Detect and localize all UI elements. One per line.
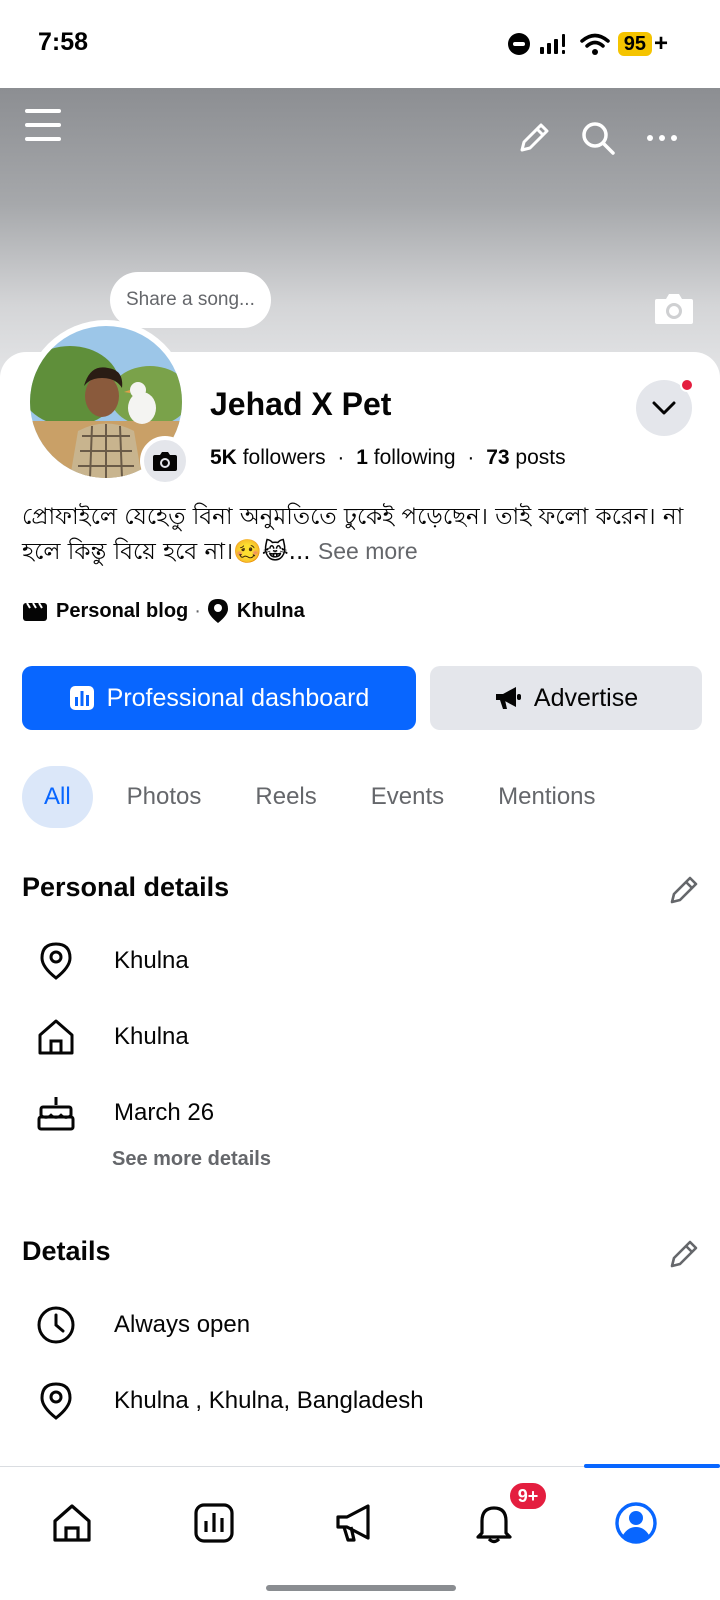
- edit-personal-details-button[interactable]: [664, 870, 704, 910]
- meta-separator: ·: [194, 599, 201, 622]
- detail-text: Khulna: [114, 947, 189, 974]
- tab-mentions[interactable]: Mentions: [478, 766, 615, 828]
- menu-button[interactable]: [22, 104, 64, 146]
- megaphone-icon: [495, 687, 521, 709]
- profile-icon: [615, 1502, 657, 1544]
- search-button[interactable]: [578, 118, 618, 158]
- pencil-icon: [670, 1240, 698, 1268]
- home-icon: [53, 1504, 91, 1542]
- search-icon: [582, 122, 615, 155]
- more-options-button[interactable]: [642, 118, 682, 158]
- following-label[interactable]: following: [374, 446, 456, 469]
- nav-ads[interactable]: [320, 1487, 392, 1559]
- stats-separator: ·: [467, 446, 475, 469]
- posts-label: posts: [515, 446, 566, 469]
- camera-icon: [655, 294, 693, 324]
- signal-icon: [539, 34, 565, 54]
- followers-count[interactable]: 5K: [210, 446, 237, 469]
- chevron-down-icon: [652, 401, 676, 415]
- detail-text: Khulna: [114, 1023, 189, 1050]
- notifications-icon: [476, 1506, 512, 1544]
- pencil-icon: [520, 123, 549, 152]
- detail-text: Always open: [114, 1311, 251, 1338]
- location-pin-icon: [34, 939, 78, 983]
- profile-tabs: All Photos Reels Events Mentions: [22, 766, 630, 828]
- detail-text: Khulna , Khulna, Bangladesh: [114, 1387, 424, 1414]
- details-title: Details: [22, 1236, 111, 1266]
- nav-home[interactable]: [36, 1487, 108, 1559]
- status-time: 7:58: [38, 28, 89, 56]
- advertise-button[interactable]: Advertise: [430, 666, 702, 730]
- detail-row-address: Khulna , Khulna, Bangladesh: [34, 1376, 424, 1426]
- profile-stats: 5K followers · 1 following · 73 posts: [210, 446, 566, 470]
- battery-level: 95: [617, 32, 652, 56]
- see-more-details-link[interactable]: See more details: [112, 1148, 271, 1171]
- personal-details-title: Personal details: [22, 872, 230, 902]
- detail-text: March 26: [114, 1099, 215, 1126]
- camera-icon: [153, 452, 177, 471]
- profile-meta: Personal blog · Khulna: [22, 598, 305, 624]
- detail-row-hours: Always open: [34, 1300, 250, 1350]
- notification-dot: [680, 378, 694, 392]
- dashboard-icon: [69, 686, 94, 710]
- location-pin-icon: [207, 599, 228, 623]
- detail-row-birthday: March 26: [34, 1088, 214, 1138]
- battery-indicator: 95 +: [617, 30, 668, 58]
- clapperboard-icon: [23, 602, 47, 621]
- following-count[interactable]: 1: [356, 446, 368, 469]
- clock-icon: [34, 1303, 78, 1347]
- detail-row-current-city: Khulna: [34, 936, 189, 986]
- megaphone-icon: [336, 1504, 370, 1542]
- detail-row-hometown: Khulna: [34, 1012, 189, 1062]
- bottom-navigation: 9+: [0, 1464, 720, 1600]
- edit-cover-button[interactable]: [652, 288, 696, 328]
- profile-category: Personal blog: [56, 599, 189, 622]
- location-pin-icon: [34, 1379, 78, 1423]
- home-icon: [34, 1015, 78, 1059]
- edit-details-button[interactable]: [664, 1234, 704, 1274]
- edit-avatar-button[interactable]: [140, 436, 190, 486]
- status-icons: 95 +: [507, 30, 668, 58]
- stats-separator: ·: [337, 446, 345, 469]
- battery-charging: +: [653, 30, 668, 57]
- pencil-icon: [670, 876, 698, 904]
- nav-profile[interactable]: [600, 1487, 672, 1559]
- nav-dashboard[interactable]: [178, 1487, 250, 1559]
- wifi-icon: [579, 33, 610, 55]
- profile-location: Khulna: [236, 599, 305, 622]
- followers-label[interactable]: followers: [243, 446, 326, 469]
- more-icon: [647, 135, 677, 141]
- bio-see-more-link[interactable]: See more: [318, 538, 418, 564]
- tab-events[interactable]: Events: [351, 766, 464, 828]
- professional-dashboard-label: Professional dashboard: [106, 683, 370, 712]
- profile-bio: প্রোফাইলে যেহেতু বিনা অনুমতিতে ঢুকেই পড়…: [22, 500, 692, 569]
- menu-icon: [25, 109, 61, 141]
- tab-reels[interactable]: Reels: [235, 766, 336, 828]
- share-song-bubble[interactable]: Share a song...: [110, 272, 271, 328]
- profile-name: Jehad X Pet: [210, 386, 392, 422]
- professional-dashboard-button[interactable]: Professional dashboard: [22, 666, 416, 730]
- active-tab-indicator: [584, 1464, 720, 1468]
- tab-all[interactable]: All: [22, 766, 93, 828]
- edit-profile-button[interactable]: [514, 118, 554, 158]
- do-not-disturb-icon: [507, 33, 530, 55]
- dashboard-icon: [194, 1503, 234, 1543]
- tab-photos[interactable]: Photos: [107, 766, 222, 828]
- advertise-label: Advertise: [533, 683, 639, 712]
- notification-badge: 9+: [508, 1481, 548, 1511]
- home-indicator[interactable]: [266, 1585, 456, 1591]
- status-bar: 7:58 95 +: [0, 0, 720, 88]
- posts-count: 73: [486, 446, 510, 469]
- birthday-cake-icon: [34, 1091, 78, 1135]
